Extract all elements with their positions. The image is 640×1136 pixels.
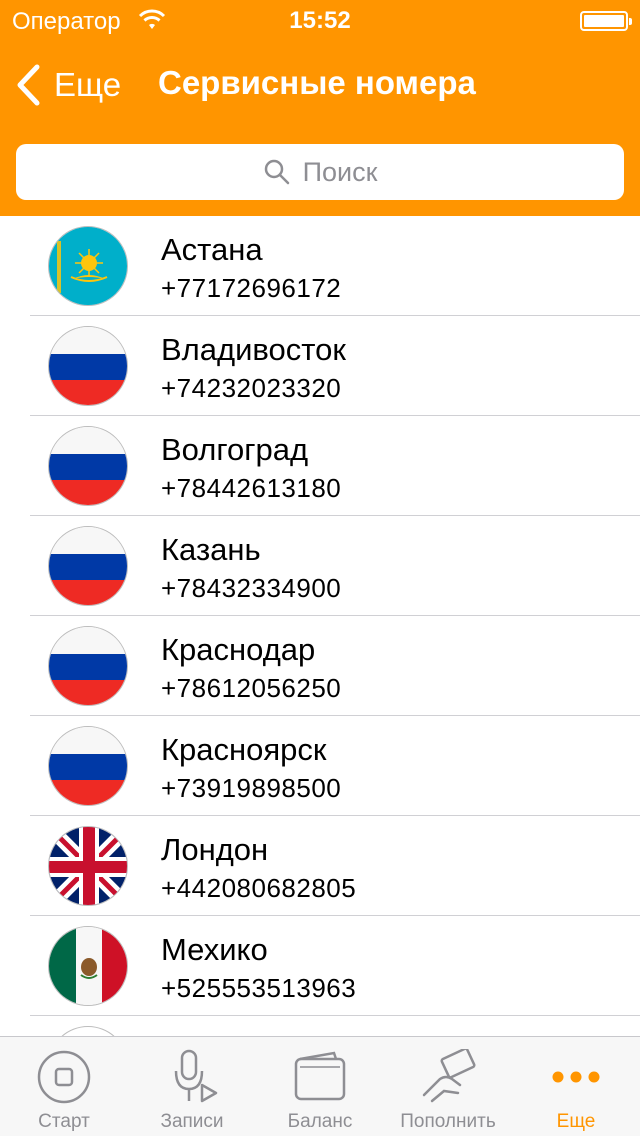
phone-number: +442080682805: [161, 873, 357, 903]
uk-flag-icon: [48, 826, 128, 906]
search-placeholder: Поиск: [302, 156, 378, 187]
microphone-play-icon: [174, 1049, 218, 1103]
city-name: Владивосток: [161, 332, 346, 367]
battery-icon: [580, 11, 632, 31]
phone-number: +525553513963: [161, 973, 357, 1003]
chevron-left-icon: [17, 64, 40, 106]
tab-bar: Старт Записи Баланс Пополнить Еще: [0, 1036, 640, 1136]
city-name: Лондон: [161, 832, 269, 867]
header: Оператор 15:52 Еще Сервисные номера Поис…: [0, 0, 640, 216]
tab-label: Баланс: [287, 1111, 353, 1132]
mexico-flag-icon: [48, 926, 128, 1006]
russia-flag-icon: [48, 326, 128, 406]
list-item[interactable]: Волгоград +78442613180: [0, 416, 640, 516]
phone-number: +77172696172: [161, 273, 342, 303]
russia-flag-icon: [48, 726, 128, 806]
hand-money-icon: [422, 1049, 476, 1103]
tab-label: Пополнить: [400, 1111, 496, 1132]
list-item[interactable]: Казань +78432334900: [0, 516, 640, 616]
phone-number: +78612056250: [161, 673, 342, 703]
list-item[interactable]: Мехико +525553513963: [0, 916, 640, 1016]
navigation-bar: Еще Сервисные номера: [0, 40, 640, 128]
flag-icon: [48, 1026, 128, 1036]
status-bar: Оператор 15:52: [0, 0, 640, 40]
more-dots-icon: [552, 1071, 600, 1083]
list-item[interactable]: Владивосток +74232023320: [0, 316, 640, 416]
city-name: Волгоград: [161, 432, 309, 467]
russia-flag-icon: [48, 426, 128, 506]
city-name: Красноярск: [161, 732, 327, 767]
phone-number: +73919898500: [161, 773, 342, 803]
tab-records[interactable]: Записи: [128, 1037, 256, 1136]
kazakhstan-flag-icon: [48, 226, 128, 306]
phone-number: +78442613180: [161, 473, 342, 503]
tab-start[interactable]: Старт: [0, 1037, 128, 1136]
wallet-icon: [294, 1051, 346, 1101]
list-item[interactable]: [0, 1016, 640, 1036]
search-icon: [264, 159, 289, 185]
list-item[interactable]: Лондон +442080682805: [0, 816, 640, 916]
page-title: Сервисные номера: [158, 64, 476, 101]
phone-number: +74232023320: [161, 373, 342, 403]
russia-flag-icon: [48, 626, 128, 706]
status-time: 15:52: [289, 7, 351, 34]
back-button[interactable]: Еще: [14, 62, 121, 108]
russia-flag-icon: [48, 526, 128, 606]
tab-topup[interactable]: Пополнить: [384, 1037, 512, 1136]
tab-balance[interactable]: Баланс: [256, 1037, 384, 1136]
tab-label: Еще: [556, 1111, 596, 1132]
city-name: Астана: [161, 232, 263, 267]
home-button-icon: [37, 1050, 91, 1104]
service-numbers-list: Астана +77172696172 Владивосток +7423202…: [0, 216, 640, 1036]
list-item[interactable]: Астана +77172696172: [0, 216, 640, 316]
list-item[interactable]: Краснодар +78612056250: [0, 616, 640, 716]
phone-number: +78432334900: [161, 573, 342, 603]
list-item[interactable]: Красноярск +73919898500: [0, 716, 640, 816]
city-name: Краснодар: [161, 632, 316, 667]
city-name: Мехико: [161, 932, 268, 967]
city-name: Казань: [161, 532, 261, 567]
tab-label: Записи: [160, 1111, 224, 1132]
search-field[interactable]: Поиск: [16, 144, 624, 200]
back-label: Еще: [54, 66, 122, 103]
tab-label: Старт: [38, 1111, 90, 1132]
tab-more[interactable]: Еще: [512, 1037, 640, 1136]
